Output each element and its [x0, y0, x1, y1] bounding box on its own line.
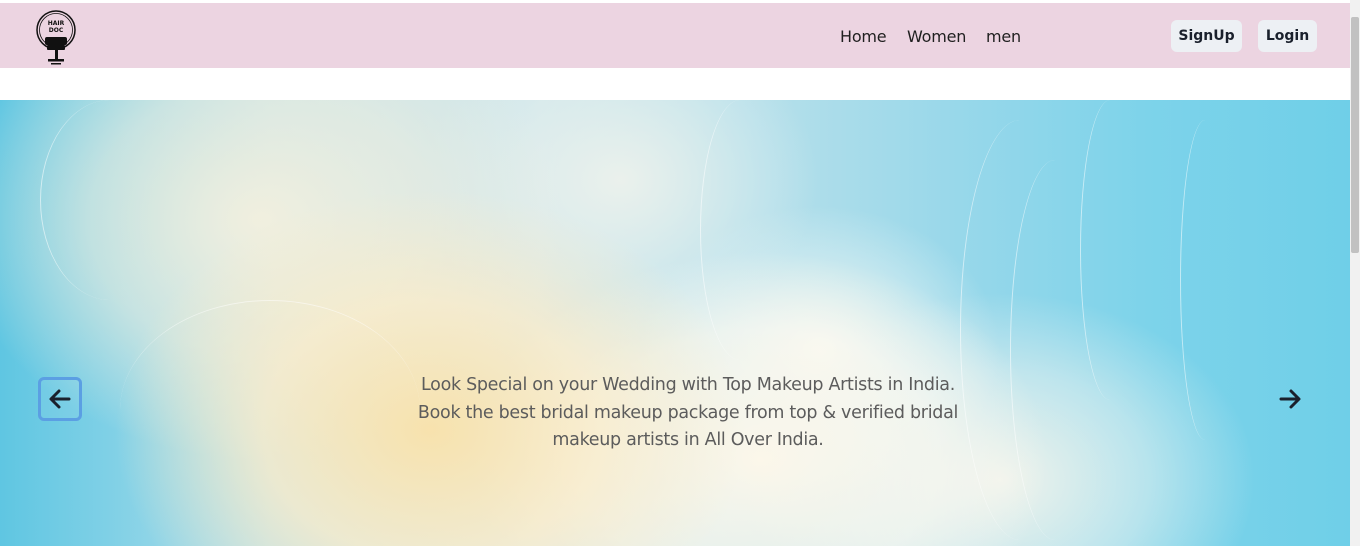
logo-text-line2: DOC	[49, 27, 64, 34]
salon-chair-logo-icon: HAIR DOC	[36, 10, 76, 65]
nav-link-men[interactable]: men	[986, 27, 1021, 46]
login-button[interactable]: Login	[1258, 20, 1317, 52]
smoke-streak	[1180, 120, 1230, 440]
brand-logo[interactable]: HAIR DOC	[34, 8, 78, 66]
hero-carousel: Look Special on your Wedding with Top Ma…	[0, 100, 1350, 546]
scrollbar-thumb[interactable]	[1351, 17, 1359, 253]
carousel-prev-button[interactable]	[38, 377, 82, 421]
hero-caption: Look Special on your Wedding with Top Ma…	[417, 375, 959, 450]
smoke-streak	[700, 100, 780, 360]
carousel-next-button[interactable]	[1268, 377, 1312, 421]
nav-link-home[interactable]: Home	[840, 27, 887, 46]
smoke-streak	[40, 100, 180, 300]
smoke-streak	[1080, 100, 1140, 400]
nav-link-women[interactable]: Women	[907, 27, 966, 46]
signup-button[interactable]: SignUp	[1171, 20, 1242, 52]
arrow-right-icon	[1279, 389, 1301, 409]
logo-text-line1: HAIR	[48, 20, 65, 27]
arrow-left-icon	[49, 389, 71, 409]
navbar: HAIR DOC Home Women men SignUp Login	[0, 3, 1350, 68]
smoke-streak	[120, 300, 420, 520]
